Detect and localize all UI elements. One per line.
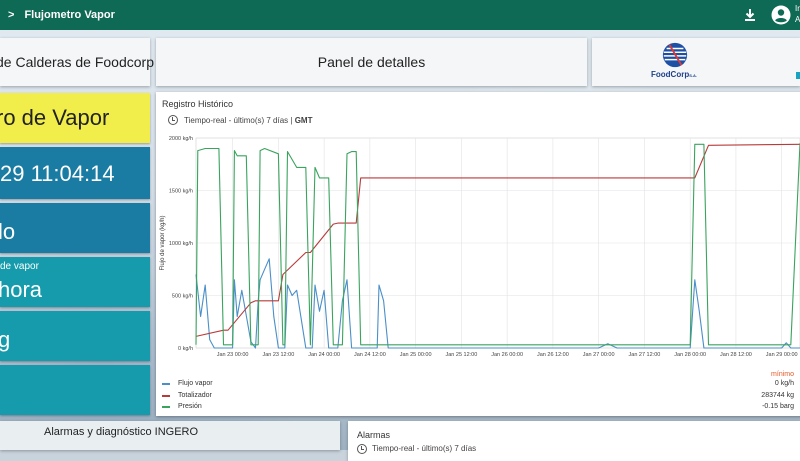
top-bar: > Flujometro Vapor In A (0, 0, 800, 30)
tile-title: ro de Vapor (0, 93, 150, 143)
logo-card: FoodCorpS.A. (592, 38, 800, 86)
edge-marker (796, 72, 800, 79)
legend-total[interactable]: Totalizador (162, 392, 212, 399)
tile-datetime: 29 11:04:14 (0, 147, 150, 199)
clock-icon (168, 115, 178, 125)
menu-chevron-icon[interactable]: > (8, 9, 14, 21)
x-tick-label: Jan 27 12:00 (629, 352, 661, 358)
y-axis-label: Flujo de vapor (kg/h) (160, 215, 166, 270)
account-icon[interactable] (771, 5, 791, 25)
historical-line-chart[interactable]: 0 kg/h 500 kg/h 1000 kg/h 1500 kg/h 2000 kg/… (156, 130, 800, 364)
historical-chart-panel: Registro Histórico Tiempo-real - último(… (156, 92, 800, 416)
x-tick-label: Jan 24 12:00 (354, 352, 386, 358)
foodcorp-logo-icon (662, 42, 688, 68)
y-tick-label: 1500 kg/h (169, 189, 193, 195)
x-tick-label: Jan 26 00:00 (491, 352, 523, 358)
logo-suffix: S.A. (689, 73, 697, 78)
x-tick-label: Jan 23 12:00 (262, 352, 294, 358)
x-tick-label: Jan 28 12:00 (720, 352, 752, 358)
x-tick-label: Jan 28 00:00 (674, 352, 706, 358)
alarms-panel: Alarmas Tiempo-real - último(s) 7 días (348, 421, 800, 461)
y-tick-label: 1000 kg/h (169, 241, 193, 247)
x-tick-label: Jan 25 00:00 (400, 352, 432, 358)
x-tick-label: Jan 23 00:00 (217, 352, 249, 358)
legend-total-value: 283744 kg (761, 392, 794, 399)
tile-status: lo (0, 203, 150, 253)
y-tick-label: 2000 kg/h (169, 136, 193, 142)
legend-pressure[interactable]: Presión (162, 403, 202, 410)
calderas-header: de Calderas de Foodcorp (0, 38, 154, 86)
legend-header: mínimo (771, 371, 794, 378)
x-tick-label: Jan 24 00:00 (308, 352, 340, 358)
tile-empty (0, 365, 150, 415)
x-tick-label: Jan 26 12:00 (537, 352, 569, 358)
x-tick-label: Jan 25 12:00 (445, 352, 477, 358)
chart-subtitle: Tiempo-real - último(s) 7 días | GMT (184, 116, 313, 125)
legend-pressure-value: -0.15 barg (762, 403, 794, 410)
clock-icon (357, 444, 367, 454)
x-tick-label: Jan 29 00:00 (766, 352, 798, 358)
user-info[interactable]: In A (795, 3, 800, 25)
legend-flow-value: 0 kg/h (774, 380, 794, 387)
panel-detalles-header: Panel de detalles (156, 38, 587, 86)
x-tick-label: Jan 27 00:00 (583, 352, 615, 358)
alarm-diagnostics-card[interactable]: Alarmas y diagnóstico INGERO (0, 421, 340, 450)
y-tick-label: 0 kg/h (178, 346, 193, 352)
logo-text: FoodCorp (651, 70, 690, 79)
y-tick-label: 500 kg/h (172, 294, 193, 300)
chart-title: Registro Histórico (162, 99, 234, 109)
legend-flow[interactable]: Flujo vapor (162, 380, 213, 387)
app-title: Flujometro Vapor (24, 9, 115, 21)
tile-unit: g (0, 311, 150, 361)
download-icon[interactable] (742, 7, 758, 23)
tile-flow: de vapor hora (0, 257, 150, 307)
